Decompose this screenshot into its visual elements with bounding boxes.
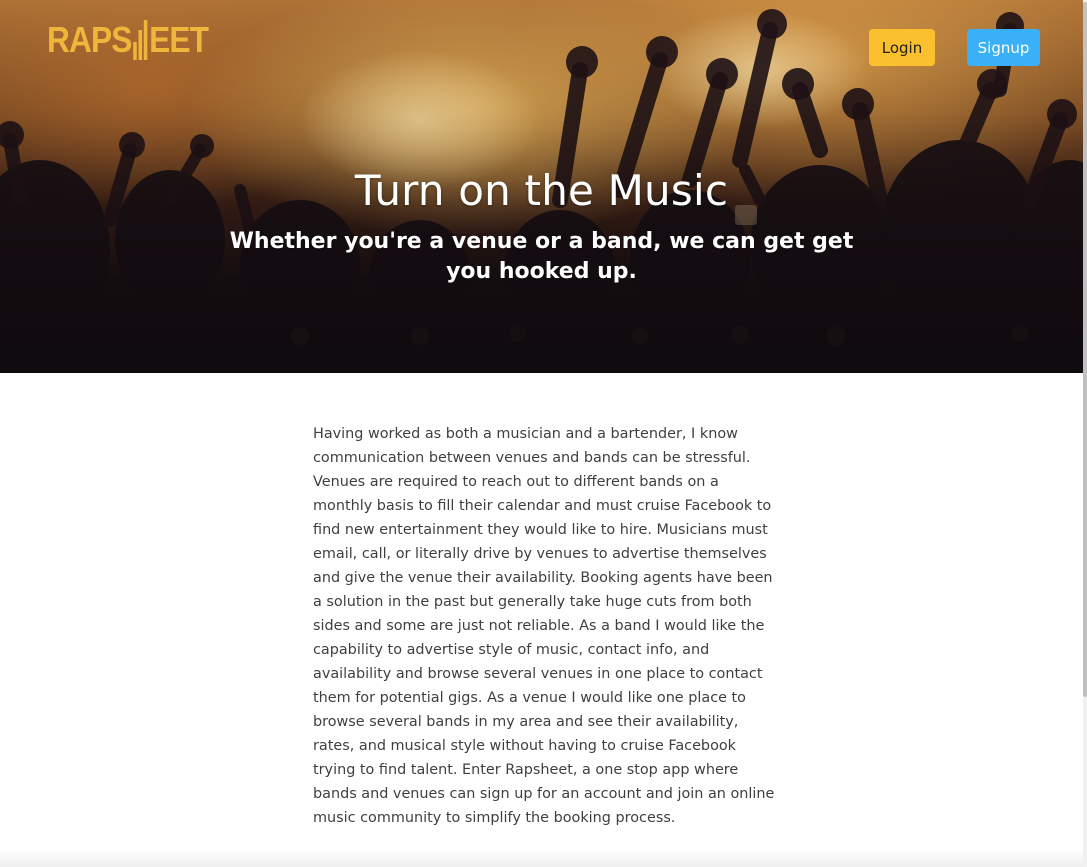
equalizer-bars-icon bbox=[133, 20, 148, 60]
logo-text-part-1: RAPS bbox=[47, 19, 132, 60]
bottom-shadow bbox=[0, 849, 1083, 867]
hero-title: Turn on the Music bbox=[354, 166, 729, 215]
login-button[interactable]: Login bbox=[869, 29, 935, 66]
logo-text-part-2: EET bbox=[149, 19, 209, 60]
hero-banner: RAPS EET Login Signup Turn on the Music … bbox=[0, 0, 1083, 373]
about-paragraph: Having worked as both a musician and a b… bbox=[313, 426, 775, 826]
scrollbar-thumb[interactable] bbox=[1083, 2, 1087, 697]
page-scrollbar[interactable] bbox=[1083, 0, 1087, 867]
hero-subtitle: Whether you're a venue or a band, we can… bbox=[229, 229, 854, 284]
signup-button[interactable]: Signup bbox=[967, 29, 1040, 66]
landing-page: RAPS EET Login Signup Turn on the Music … bbox=[0, 0, 1087, 867]
rapsheet-logo[interactable]: RAPS EET bbox=[47, 16, 209, 64]
